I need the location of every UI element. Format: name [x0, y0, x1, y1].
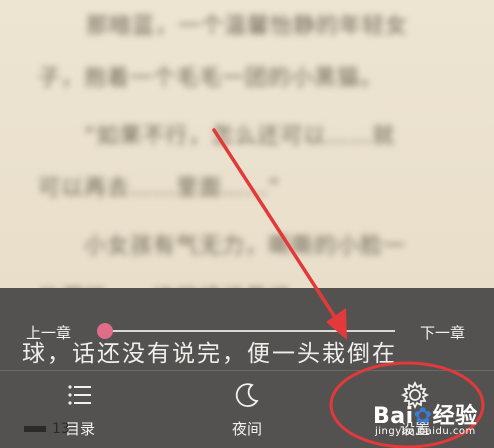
- text-line: 小女孩有气无力，嘶嘶的小脸一: [84, 234, 407, 259]
- text-line: 子，抱着一个毛毛一团的小黑猫。: [38, 66, 384, 91]
- page-indicator: 13: [24, 421, 70, 437]
- night-mode-button[interactable]: 夜间: [212, 380, 282, 440]
- page-text-line: 球，话还没有说完，便一头栽倒在: [22, 341, 397, 367]
- night-mode-label: 夜间: [231, 420, 262, 438]
- watermark-url: jingyan.baidu.com: [375, 426, 476, 437]
- prev-chapter-button[interactable]: 上一章: [26, 322, 71, 343]
- blurred-page-text: 那暗蓝，一个温馨怡静的年轻女 子，抱着一个毛毛一团的小黑猫。 “如果不行，怎么还…: [0, 0, 494, 330]
- next-chapter-button[interactable]: 下一章: [420, 322, 465, 343]
- text-line: 那暗蓝，一个温馨怡静的年轻女: [86, 14, 409, 39]
- text-line: 可以再去……里面……”: [38, 176, 281, 201]
- moon-icon: [235, 383, 259, 408]
- divider: [0, 370, 494, 371]
- list-icon: [68, 385, 91, 405]
- progress-slider[interactable]: [105, 330, 395, 332]
- progress-slider-thumb[interactable]: [97, 323, 113, 339]
- text-line: “如果不行，怎么还可以……就: [84, 124, 396, 149]
- baidu-jingyan-watermark: Bai✿经验 jingyan.baidu.com: [353, 396, 493, 448]
